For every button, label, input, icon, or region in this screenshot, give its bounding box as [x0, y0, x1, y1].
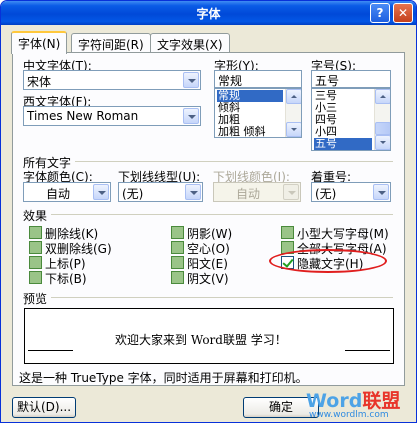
- emphasis-mark-select[interactable]: (无): [311, 182, 391, 202]
- emphasis-mark-value: (无): [315, 187, 337, 201]
- double-strikethrough-checkbox[interactable]: [29, 241, 42, 254]
- default-button[interactable]: 默认(D)...: [12, 397, 76, 418]
- watermark-title: Word联盟: [306, 390, 401, 412]
- effects-section-label: 效果: [23, 209, 48, 223]
- tab-character-spacing[interactable]: 字符间距(R): [71, 33, 151, 53]
- preview-text: 欢迎大家来到 Word联盟 学习！: [115, 333, 287, 347]
- underline-color-select: 自动: [213, 182, 301, 202]
- window-title: 字体: [196, 7, 221, 21]
- tab-text-effects[interactable]: 文字效果(X): [150, 33, 230, 53]
- status-text: 这是一种 TrueType 字体，同时适用于屏幕和打印机。: [19, 371, 308, 385]
- chevron-down-icon[interactable]: [373, 184, 389, 200]
- scroll-down-icon[interactable]: [286, 122, 301, 137]
- watermark-logo: Word联盟 www.wordlm.com: [306, 386, 416, 422]
- divider: [51, 214, 393, 215]
- divider: [51, 297, 393, 298]
- scroll-up-icon[interactable]: [286, 89, 301, 104]
- chinese-font-value: 宋体: [27, 75, 52, 89]
- chevron-down-icon[interactable]: [185, 184, 201, 200]
- outline-checkbox[interactable]: [171, 241, 184, 254]
- font-color-value: 自动: [45, 187, 70, 201]
- list-item[interactable]: 加粗 倾斜: [217, 126, 283, 138]
- chevron-down-icon[interactable]: [183, 108, 199, 124]
- font-style-value: 常规: [218, 74, 243, 88]
- superscript-checkbox[interactable]: [29, 256, 42, 269]
- subscript-label[interactable]: 下标(B): [45, 270, 87, 287]
- divider: [28, 350, 73, 351]
- font-style-input[interactable]: 常规: [214, 70, 302, 88]
- font-size-list[interactable]: 三号 小三 四号 小四 五号: [311, 88, 391, 151]
- strikethrough-checkbox[interactable]: [29, 226, 42, 239]
- divider: [345, 350, 390, 351]
- preview-box: 欢迎大家来到 Word联盟 学习！: [24, 308, 394, 364]
- help-icon[interactable]: ?: [370, 3, 390, 23]
- scroll-down-icon[interactable]: [375, 135, 390, 150]
- subscript-checkbox[interactable]: [29, 271, 42, 284]
- font-dialog: 字体 ? ✕ 字体(N) 字符间距(R) 文字效果(X) 中文字体(T): 宋体…: [0, 0, 417, 423]
- engrave-checkbox[interactable]: [171, 271, 184, 284]
- chevron-down-icon[interactable]: [93, 184, 109, 200]
- scroll-thumb[interactable]: [375, 122, 390, 135]
- watermark-url: www.wordlm.com: [309, 410, 389, 420]
- small-caps-checkbox[interactable]: [281, 226, 294, 239]
- chinese-font-select[interactable]: 宋体: [23, 70, 201, 90]
- scrollbar[interactable]: [285, 89, 301, 137]
- annotation-ellipse: [269, 249, 387, 273]
- list-item[interactable]: 五号: [314, 138, 372, 150]
- font-color-select[interactable]: 自动: [23, 182, 111, 202]
- close-icon[interactable]: ✕: [393, 3, 413, 23]
- western-font-value: Times New Roman: [27, 109, 139, 123]
- underline-color-value: 自动: [235, 187, 260, 201]
- scrollbar[interactable]: [374, 89, 390, 150]
- underline-style-value: (无): [122, 187, 144, 201]
- font-size-input[interactable]: 五号: [311, 70, 391, 88]
- font-size-value: 五号: [315, 74, 340, 88]
- underline-style-select[interactable]: (无): [118, 182, 203, 202]
- title-bar: 字体 ? ✕: [1, 1, 416, 25]
- font-style-list[interactable]: 常规 倾斜 加粗 加粗 倾斜: [214, 88, 302, 138]
- engrave-label[interactable]: 阴文(V): [187, 270, 229, 287]
- western-font-select[interactable]: Times New Roman: [23, 106, 201, 126]
- divider: [75, 161, 393, 162]
- chevron-down-icon: [283, 184, 299, 200]
- emboss-checkbox[interactable]: [171, 256, 184, 269]
- chevron-down-icon[interactable]: [183, 72, 199, 88]
- tab-font[interactable]: 字体(N): [11, 31, 68, 54]
- shadow-checkbox[interactable]: [171, 226, 184, 239]
- preview-section-label: 预览: [23, 292, 48, 306]
- scroll-up-icon[interactable]: [375, 89, 390, 104]
